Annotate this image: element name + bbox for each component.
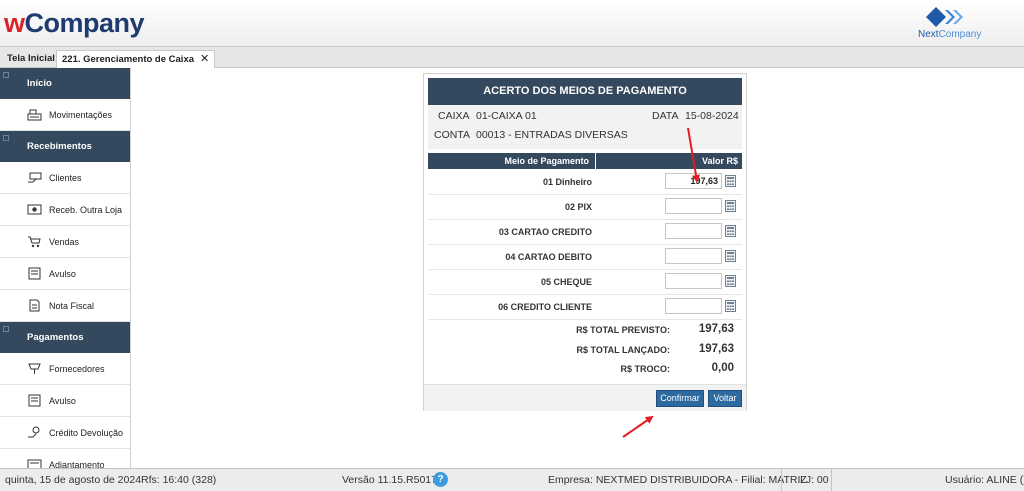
help-icon[interactable]: ? [433,472,448,487]
payment-settlement-panel: ACERTO DOS MEIOS DE PAGAMENTO CAIXA 01-C… [423,73,747,411]
sidebar-item-credito-devolucao[interactable]: Crédito Devolução [0,417,130,449]
sidebar-item-fornecedores[interactable]: Fornecedores [0,353,130,385]
col-valor: Valor R$ [701,156,738,166]
col-meio-pagamento: Meio de Pagamento [428,153,596,169]
tab-tela-inicial[interactable]: Tela Inicial [2,50,60,68]
sidebar-item-vendas[interactable]: Vendas [0,226,130,258]
status-usuario: Usuário: ALINE () [945,474,1024,486]
status-empresa: Empresa: NEXTMED DISTRIBUIDORA - Filial:… [548,474,807,486]
arrow-to-confirm-icon [622,415,654,438]
value-input-cartao-debito[interactable] [665,248,722,264]
value-input-cartao-credito[interactable] [665,223,722,239]
collapse-icon [3,135,9,141]
close-tab-icon[interactable]: ✕ [200,53,209,65]
shopping-cart-icon [28,236,41,248]
total-previsto: R$ TOTAL PREVISTO: 197,63 [576,323,734,335]
payment-row-cartao-debito: 04 CARTAO DEBITO [428,245,742,270]
supplier-icon [28,363,41,374]
calculator-icon[interactable] [725,300,736,312]
conta-value: 00013 - ENTRADAS DIVERSAS [476,129,628,141]
receipt-icon [28,394,41,407]
money-hand-icon [28,172,42,183]
status-divider [781,469,782,491]
sidebar: Início Movimentações Recebimentos Client… [0,68,131,468]
payment-label: 05 CHEQUE [540,277,592,287]
troco-value: 0,00 [711,362,734,374]
caixa-label: CAIXA [438,110,470,122]
payment-label: 01 Dinheiro [542,177,592,187]
tab-gerenciamento-caixa[interactable]: 221. Gerenciamento de Caixa ✕ [56,50,216,68]
sidebar-item-clientes[interactable]: Clientes [0,162,130,194]
payment-table-header: Meio de Pagamento Valor R$ [428,153,742,169]
refund-icon [28,426,40,438]
status-lj: LJ: 00 [800,474,829,486]
total-lancado: R$ TOTAL LANÇADO: 197,63 [576,343,735,355]
payment-row-dinheiro: 01 Dinheiro [428,170,742,195]
sidebar-section-recebimentos[interactable]: Recebimentos [0,131,130,162]
value-input-credito-cliente[interactable] [665,298,722,314]
collapse-icon [3,326,9,332]
payment-row-credito-cliente: 06 CREDITO CLIENTE [428,295,742,320]
caixa-value: 01-CAIXA 01 [476,110,537,122]
payment-row-cartao-credito: 03 CARTAO CREDITO [428,220,742,245]
data-value: 15-08-2024 [685,110,739,122]
total-previsto-value: 197,63 [698,323,734,335]
tab-bar: Tela Inicial 221. Gerenciamento de Caixa… [0,47,1024,68]
cash-info: CAIXA 01-CAIXA 01 DATA 15-08-2024 CONTA … [428,105,742,149]
cash-register-icon [27,109,42,121]
calculator-icon[interactable] [725,225,736,237]
status-rfs: Rfs: 16:40 (328) [141,474,217,486]
status-version: Versão 11.15.R5017 [342,474,437,486]
calculator-icon[interactable] [725,275,736,287]
wcompany-logo: wCompany [4,8,145,38]
sidebar-item-movimentacoes[interactable]: Movimentações [0,99,130,131]
app-header: wCompany NextCompany [0,0,1024,47]
money-transfer-icon [27,204,42,215]
calculator-icon[interactable] [725,175,736,187]
sidebar-item-adiantamento[interactable]: Adiantamento [0,449,130,468]
status-bar: quinta, 15 de agosto de 2024 Rfs: 16:40 … [0,468,1024,491]
value-input-dinheiro[interactable] [665,173,722,189]
sidebar-section-inicio[interactable]: Início [0,68,130,99]
nextcompany-logo: NextCompany [912,4,992,44]
nextcompany-chevrons-icon [926,7,963,27]
status-divider [831,469,832,491]
panel-footer: Confirmar Voltar [424,384,746,411]
payment-row-cheque: 05 CHEQUE [428,270,742,295]
back-button[interactable]: Voltar [708,390,742,407]
panel-title: ACERTO DOS MEIOS DE PAGAMENTO [428,78,742,105]
data-label: DATA [652,110,679,122]
conta-label: CONTA [434,129,470,141]
status-date: quinta, 15 de agosto de 2024 [5,474,142,486]
sidebar-item-avulso-receb[interactable]: Avulso [0,258,130,290]
collapse-icon [3,72,9,78]
calculator-icon[interactable] [725,250,736,262]
confirm-button[interactable]: Confirmar [656,390,704,407]
payment-label: 04 CARTAO DEBITO [505,252,592,262]
sidebar-item-nota-fiscal[interactable]: Nota Fiscal [0,290,130,322]
payment-label: 03 CARTAO CREDITO [498,227,592,237]
receipt-icon [28,267,41,280]
payment-label: 06 CREDITO CLIENTE [498,302,592,312]
calculator-icon[interactable] [725,200,736,212]
sidebar-section-pagamentos[interactable]: Pagamentos [0,322,130,353]
sidebar-item-avulso-pag[interactable]: Avulso [0,385,130,417]
troco: R$ TROCO: 0,00 [620,362,735,374]
sidebar-item-receb-outra-loja[interactable]: Receb. Outra Loja [0,194,130,226]
value-input-cheque[interactable] [665,273,722,289]
value-input-pix[interactable] [665,198,722,214]
invoice-icon [29,299,40,312]
payment-label: 02 PIX [564,202,592,212]
total-lancado-value: 197,63 [698,343,734,355]
nextcompany-wordmark: NextCompany [918,29,982,40]
advance-payment-icon [27,459,42,468]
payment-row-pix: 02 PIX [428,195,742,220]
